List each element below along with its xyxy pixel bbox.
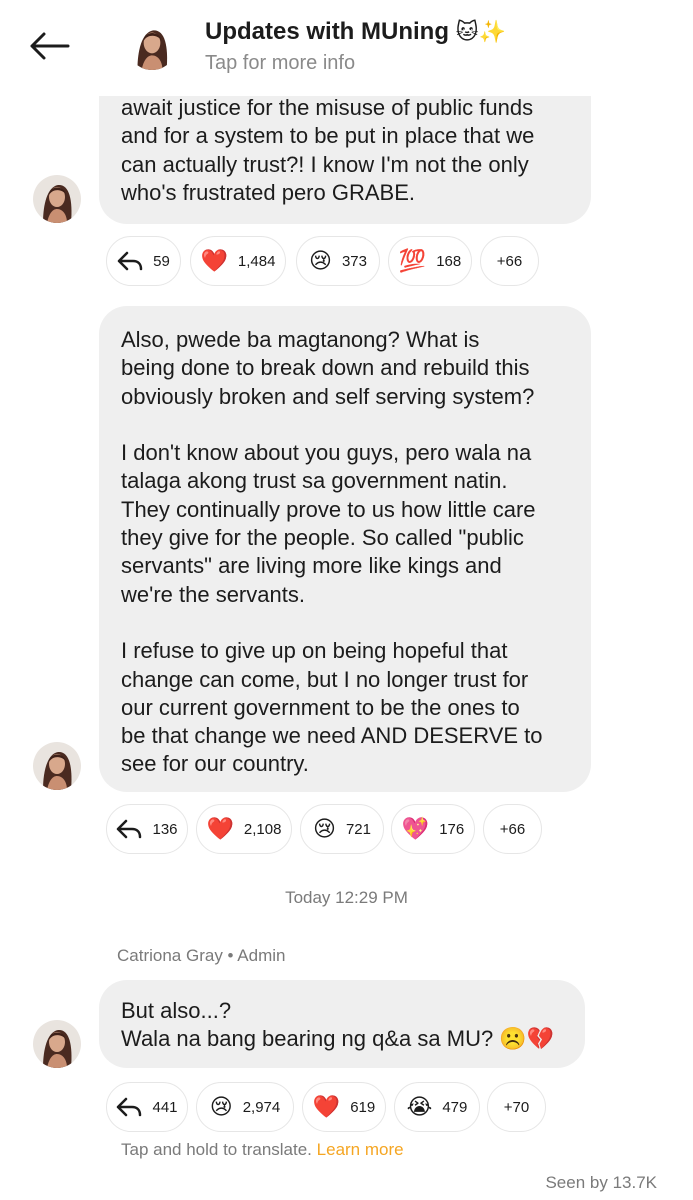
reaction-count: 619 <box>350 1098 376 1116</box>
more-reactions-count: +70 <box>503 1098 530 1116</box>
date-separator: Today 12:29 PM <box>285 888 408 907</box>
reply-icon <box>117 1097 142 1117</box>
hundred-points-emoji: 💯 <box>398 248 427 273</box>
channel-subtitle[interactable]: Tap for more info <box>205 52 355 75</box>
reaction-count: 721 <box>345 820 371 838</box>
reply-button[interactable]: 136 <box>106 804 188 854</box>
translate-text: Tap and hold to translate. <box>121 1140 312 1159</box>
reply-icon <box>117 819 142 839</box>
sender-label[interactable]: Catriona Gray • Admin <box>117 946 285 966</box>
crying-face-emoji: 😢 <box>309 248 332 273</box>
back-button[interactable] <box>26 26 72 66</box>
reply-count: 441 <box>152 1098 178 1116</box>
reply-button[interactable]: 59 <box>106 236 181 286</box>
reaction-count: 2,108 <box>243 820 282 838</box>
reaction-crying[interactable]: 😢 373 <box>296 236 380 286</box>
red-heart-emoji: ❤️ <box>206 816 234 841</box>
avatar[interactable] <box>33 1020 81 1068</box>
channel-view: await justice for the misuse of public f… <box>0 0 693 1200</box>
reaction-crying[interactable]: 😢 721 <box>300 804 384 854</box>
reaction-count: 1,484 <box>237 252 276 270</box>
red-heart-emoji: ❤️ <box>312 1094 341 1119</box>
reaction-loudly-crying[interactable]: 😭 479 <box>394 1082 480 1132</box>
reply-count: 136 <box>152 820 178 838</box>
learn-more-link[interactable]: Learn more <box>317 1140 404 1159</box>
channel-avatar[interactable] <box>127 20 177 70</box>
seen-count[interactable]: Seen by 13.7K <box>545 1173 657 1193</box>
title-emojis: 🐱✨ <box>455 19 506 44</box>
more-reactions-count: +66 <box>499 820 526 838</box>
reaction-count: 479 <box>442 1098 468 1116</box>
more-reactions-count: +66 <box>496 252 523 270</box>
sparkling-heart-emoji: 💖 <box>401 816 430 841</box>
arrow-left-icon <box>30 32 70 60</box>
reply-icon <box>117 251 143 271</box>
chat-header[interactable]: Updates with MUning 🐱✨ Tap for more info <box>0 0 693 96</box>
reaction-heart[interactable]: ❤️ 2,108 <box>196 804 292 854</box>
avatar[interactable] <box>33 742 81 790</box>
avatar[interactable] <box>33 175 81 223</box>
reaction-count: 176 <box>439 820 465 838</box>
reaction-count: 373 <box>341 252 367 270</box>
reaction-heart[interactable]: ❤️ 1,484 <box>190 236 286 286</box>
more-reactions-button[interactable]: +66 <box>483 804 542 854</box>
reply-count: 59 <box>153 252 170 270</box>
message-bubble[interactable]: But also...? Wala na bang bearing ng q&a… <box>99 980 585 1068</box>
channel-title-text: Updates with MUning <box>205 18 449 45</box>
reaction-sparkling-heart[interactable]: 💖 176 <box>391 804 475 854</box>
reaction-heart[interactable]: ❤️ 619 <box>302 1082 386 1132</box>
crying-face-emoji: 😢 <box>209 1094 233 1119</box>
reaction-count: 2,974 <box>242 1098 281 1116</box>
channel-title[interactable]: Updates with MUning 🐱✨ <box>205 18 506 46</box>
reaction-count: 168 <box>436 252 462 270</box>
reaction-hundred[interactable]: 💯 168 <box>388 236 472 286</box>
more-reactions-button[interactable]: +70 <box>487 1082 546 1132</box>
more-reactions-button[interactable]: +66 <box>480 236 539 286</box>
reply-button[interactable]: 441 <box>106 1082 188 1132</box>
crying-face-emoji: 😢 <box>313 816 336 841</box>
reaction-crying[interactable]: 😢 2,974 <box>196 1082 294 1132</box>
translate-hint: Tap and hold to translate. Learn more <box>121 1140 404 1160</box>
red-heart-emoji: ❤️ <box>200 248 228 273</box>
message-bubble[interactable]: Also, pwede ba magtanong? What is being … <box>99 306 591 792</box>
loudly-crying-face-emoji: 😭 <box>406 1094 433 1119</box>
